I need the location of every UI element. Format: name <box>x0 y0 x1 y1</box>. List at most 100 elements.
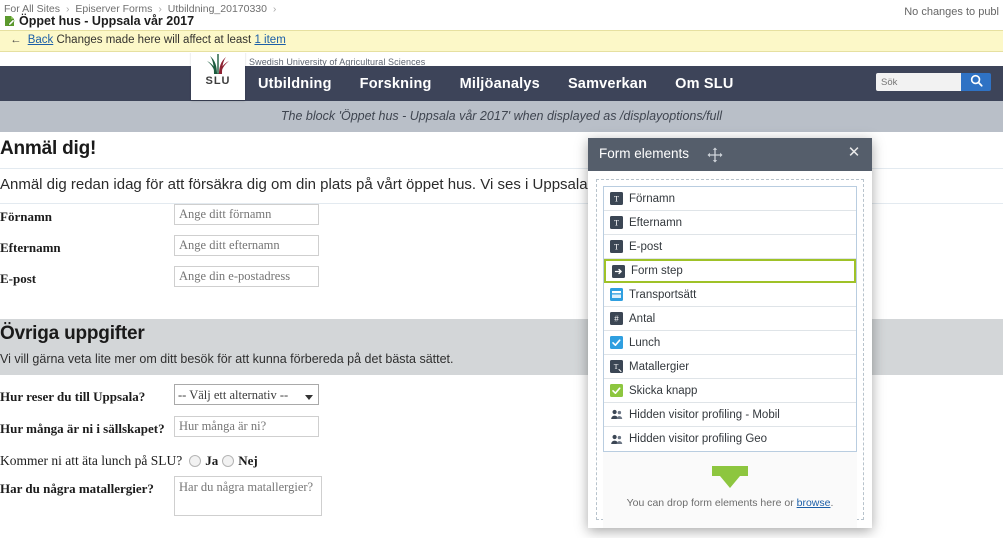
section1-intro-text: Anmäl dig redan idag för att försäkra di… <box>0 176 592 193</box>
nav-item-utbildning[interactable]: Utbildning <box>258 76 332 92</box>
search-button[interactable] <box>961 73 991 91</box>
display-option-text: The block 'Öppet hus - Uppsala vår 2017'… <box>280 109 723 123</box>
affected-items-link[interactable]: 1 item <box>254 34 285 46</box>
input-fornamn[interactable] <box>174 204 319 225</box>
textarea-allergies[interactable] <box>174 476 322 516</box>
textarea-field-icon: T <box>610 360 623 373</box>
list-item[interactable]: Lunch <box>604 331 856 355</box>
drop-area[interactable]: You can drop form elements here or brows… <box>603 452 857 528</box>
input-party[interactable] <box>174 416 319 437</box>
site-navbar: Utbildning Forskning Miljöanalys Samverk… <box>0 66 1003 101</box>
list-item[interactable]: T Efternamn <box>604 211 856 235</box>
number-field-icon: # <box>610 312 623 325</box>
notification-text: Changes made here will affect at least <box>56 34 252 46</box>
section2-intro-text: Vi vill gärna veta lite mer om ditt besö… <box>0 352 454 366</box>
submit-button-icon <box>610 384 623 397</box>
drop-arrow-icon <box>710 464 750 490</box>
list-item-label: E-post <box>629 240 663 253</box>
form-elements-dropzone[interactable]: T Förnamn T Efternamn T E-post Form step… <box>596 179 864 528</box>
notification-content: ← Back Changes made here will affect at … <box>10 34 286 46</box>
form-elements-list: T Förnamn T Efternamn T E-post Form step… <box>603 186 857 452</box>
select-travel[interactable]: -- Välj ett alternativ -- <box>174 384 319 405</box>
radio-lunch-ja[interactable] <box>189 455 202 467</box>
move-icon[interactable] <box>706 146 724 164</box>
input-efternamn[interactable] <box>174 235 319 256</box>
list-item-label: Transportsätt <box>629 288 697 301</box>
display-option-note: The block 'Öppet hus - Uppsala vår 2017'… <box>0 101 1003 132</box>
page-title: Öppet hus - Uppsala vår 2017 <box>19 14 195 28</box>
list-item-label: Hidden visitor profiling Geo <box>629 433 768 445</box>
visitor-profiling-icon <box>610 433 623 446</box>
list-item[interactable]: Skicka knapp <box>604 379 856 403</box>
nav-items: Utbildning Forskning Miljöanalys Samverk… <box>258 66 734 101</box>
nav-item-samverkan[interactable]: Samverkan <box>568 76 647 92</box>
input-wrap-fornamn <box>174 204 319 225</box>
close-icon[interactable]: ✕ <box>846 145 862 161</box>
notification-bar: ← Back Changes made here will affect at … <box>0 30 1003 52</box>
drop-hint-period: . <box>830 497 834 509</box>
breadcrumb-separator: › <box>272 3 277 15</box>
list-item[interactable]: Hidden visitor profiling - Mobil <box>604 403 856 427</box>
back-arrow-icon: ← <box>10 34 22 46</box>
back-link[interactable]: Back <box>28 34 54 46</box>
slu-logo-mark-icon <box>200 53 236 75</box>
site-search <box>876 73 991 91</box>
list-item[interactable]: T Förnamn <box>604 187 856 211</box>
slu-logo[interactable]: SLU <box>191 53 245 100</box>
form-elements-dialog: Form elements ✕ T Förnamn T Efternamn T … <box>588 138 872 528</box>
label-efternamn: Efternamn <box>0 240 61 255</box>
list-item[interactable]: T E-post <box>604 235 856 259</box>
select-field-icon <box>610 288 623 301</box>
dialog-header[interactable]: Form elements ✕ <box>588 138 872 171</box>
svg-text:T: T <box>614 362 619 371</box>
form-step-icon <box>612 264 625 278</box>
page-edit-icon <box>4 15 16 27</box>
list-item[interactable]: # Antal <box>604 307 856 331</box>
checkbox-field-icon <box>610 336 623 349</box>
input-epost[interactable] <box>174 266 319 287</box>
page-title-row: Öppet hus - Uppsala vår 2017 <box>4 14 194 28</box>
nav-item-om-slu[interactable]: Om SLU <box>675 76 733 92</box>
nav-item-forskning[interactable]: Forskning <box>360 76 432 92</box>
list-item-selected[interactable]: Form step <box>604 259 856 283</box>
section1-heading: Anmäl dig! <box>0 138 97 159</box>
list-item-label: Skicka knapp <box>629 384 698 397</box>
text-field-icon: T <box>610 192 623 205</box>
label-travel: Hur reser du till Uppsala? <box>0 389 146 404</box>
cms-top-bar: For All Sites › Episerver Forms › Utbild… <box>0 0 1003 30</box>
input-wrap-party <box>174 416 319 437</box>
list-item[interactable]: Hidden visitor profiling Geo <box>604 427 856 451</box>
label-lunch-ja[interactable]: Ja <box>205 453 218 469</box>
section2-heading: Övriga uppgifter <box>0 323 145 344</box>
list-item[interactable]: Transportsätt <box>604 283 856 307</box>
input-wrap-efternamn <box>174 235 319 256</box>
list-item-label: Matallergier <box>629 360 690 373</box>
visitor-profiling-icon <box>610 408 623 421</box>
select-wrap-travel: -- Välj ett alternativ -- <box>174 384 319 405</box>
svg-text:T: T <box>614 219 619 228</box>
text-field-icon: T <box>610 240 623 253</box>
textarea-wrap-allergies <box>174 476 322 519</box>
svg-text:#: # <box>614 314 619 323</box>
svg-text:T: T <box>614 195 619 204</box>
drop-hint-text: You can drop form elements here or <box>626 497 794 509</box>
select-travel-container: -- Välj ett alternativ -- <box>174 384 319 405</box>
label-allergies: Har du några matallergier? <box>0 481 154 496</box>
browse-link[interactable]: browse <box>797 497 831 509</box>
label-lunch: Kommer ni att äta lunch på SLU? <box>0 453 183 468</box>
text-field-icon: T <box>610 216 623 229</box>
drop-hint: You can drop form elements here or brows… <box>603 497 857 509</box>
list-item-label: Hidden visitor profiling - Mobil <box>629 408 780 421</box>
site-top-strip <box>0 53 1003 65</box>
nav-item-miljoanalys[interactable]: Miljöanalys <box>460 76 540 92</box>
publish-status: No changes to publ <box>904 6 999 18</box>
list-item[interactable]: T Matallergier <box>604 355 856 379</box>
search-input[interactable] <box>876 73 961 91</box>
label-lunch-nej[interactable]: Nej <box>238 453 258 469</box>
radio-lunch-nej[interactable] <box>222 455 235 467</box>
slu-logo-text: SLU <box>205 75 231 87</box>
list-item-label: Antal <box>629 312 656 325</box>
svg-text:T: T <box>614 243 619 252</box>
search-icon <box>970 74 983 90</box>
label-party: Hur många är ni i sällskapet? <box>0 421 165 436</box>
